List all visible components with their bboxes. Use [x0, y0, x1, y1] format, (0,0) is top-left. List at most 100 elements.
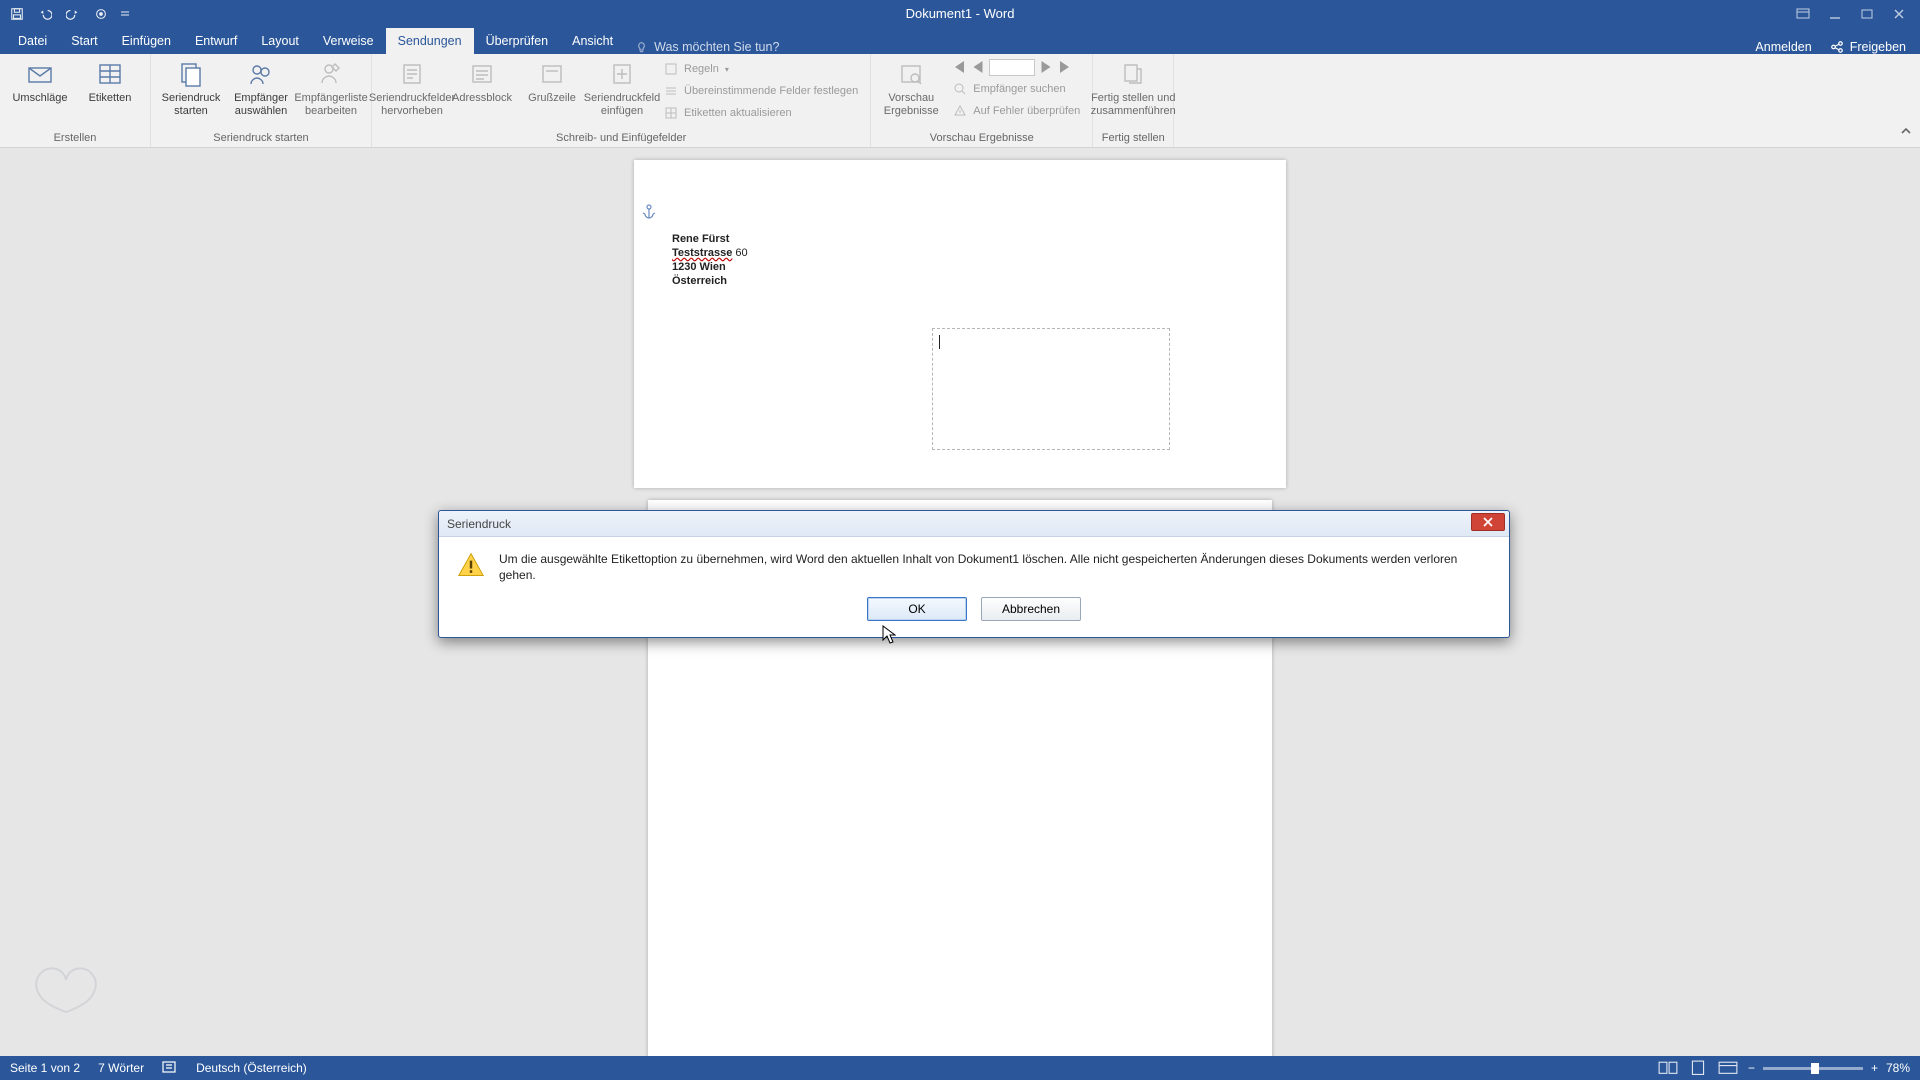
redo-icon[interactable]: [64, 5, 82, 23]
ok-button[interactable]: OK: [867, 597, 967, 621]
dialog-close-button[interactable]: [1471, 513, 1505, 531]
find-recipient-label: Empfänger suchen: [973, 83, 1065, 95]
match-fields-button[interactable]: Übereinstimmende Felder festlegen: [660, 82, 862, 100]
address-block-icon: [468, 60, 496, 88]
ribbon-tabstrip: Datei Start Einfügen Entwurf Layout Verw…: [0, 27, 1920, 54]
document-page-1[interactable]: Rene Fürst Teststrasse 60 1230 Wien Öste…: [634, 160, 1286, 488]
minimize-icon[interactable]: [1828, 7, 1842, 21]
ribbon-group-felder: Seriendruckfelder hervorheben Adressbloc…: [372, 54, 871, 147]
preview-results-button[interactable]: Vorschau Ergebnisse: [879, 58, 943, 118]
close-icon[interactable]: [1892, 7, 1906, 21]
find-recipient-button[interactable]: Empfänger suchen: [949, 80, 1084, 98]
record-number-input[interactable]: [989, 59, 1035, 76]
zoom-level[interactable]: 78%: [1886, 1061, 1910, 1075]
next-record-icon[interactable]: [1037, 58, 1055, 76]
edit-recipient-list-button[interactable]: Empfängerliste bearbeiten: [299, 58, 363, 118]
share-icon: [1830, 40, 1844, 54]
zoom-slider[interactable]: [1763, 1067, 1863, 1070]
status-language[interactable]: Deutsch (Österreich): [196, 1061, 307, 1075]
anchor-icon: [642, 204, 656, 225]
share-button[interactable]: Freigeben: [1830, 40, 1906, 54]
update-labels-button[interactable]: Etiketten aktualisieren: [660, 104, 862, 122]
lightbulb-icon: [635, 41, 648, 54]
update-labels-icon: [664, 106, 678, 120]
tell-me-search[interactable]: Was möchten Sie tun?: [625, 40, 789, 54]
envelopes-button[interactable]: Umschläge: [8, 58, 72, 105]
sign-in-link[interactable]: Anmelden: [1755, 40, 1811, 54]
tab-entwurf[interactable]: Entwurf: [183, 28, 249, 54]
proofing-icon[interactable]: [162, 1060, 178, 1077]
address-city: 1230 Wien: [672, 261, 726, 273]
tab-ueberpruefen[interactable]: Überprüfen: [474, 28, 561, 54]
ribbon-group-seriendruck-starten: Seriendruck starten Empfänger auswählen …: [151, 54, 372, 147]
status-page[interactable]: Seite 1 von 2: [10, 1061, 80, 1075]
read-mode-icon[interactable]: [1658, 1060, 1678, 1076]
status-words[interactable]: 7 Wörter: [98, 1061, 144, 1075]
watermark-logo-icon: [26, 947, 106, 1022]
ribbon: Umschläge Etiketten Erstellen Seriendruc…: [0, 54, 1920, 148]
tab-sendungen[interactable]: Sendungen: [386, 28, 474, 54]
address-name: Rene Fürst: [672, 233, 729, 245]
select-recipients-button[interactable]: Empfänger auswählen: [229, 58, 293, 118]
address-block-button[interactable]: Adressblock: [450, 58, 514, 105]
envelopes-label: Umschläge: [12, 92, 67, 105]
tab-start[interactable]: Start: [59, 28, 109, 54]
start-mailmerge-label: Seriendruck starten: [162, 92, 221, 118]
zoom-in-button[interactable]: +: [1871, 1061, 1878, 1075]
title-bar: Dokument1 - Word: [0, 0, 1920, 27]
mailmerge-icon: [177, 60, 205, 88]
print-layout-icon[interactable]: [1688, 1060, 1708, 1076]
status-bar: Seite 1 von 2 7 Wörter Deutsch (Österrei…: [0, 1056, 1920, 1080]
touch-mode-icon[interactable]: [92, 5, 110, 23]
select-recipients-label: Empfänger auswählen: [234, 92, 288, 118]
warning-icon: [457, 551, 485, 579]
dialog-title: Seriendruck: [447, 517, 511, 531]
highlight-merge-fields-button[interactable]: Seriendruckfelder hervorheben: [380, 58, 444, 118]
ribbon-display-options-icon[interactable]: [1796, 7, 1810, 21]
group-label-fertig: Fertig stellen: [1102, 130, 1165, 147]
tab-verweise[interactable]: Verweise: [311, 28, 386, 54]
check-errors-button[interactable]: Auf Fehler überprüfen: [949, 102, 1084, 120]
finish-merge-button[interactable]: Fertig stellen und zusammenführen: [1101, 58, 1165, 118]
tab-ansicht[interactable]: Ansicht: [560, 28, 625, 54]
collapse-ribbon-icon[interactable]: [1900, 126, 1912, 141]
recipient-address-frame[interactable]: [932, 328, 1170, 450]
greeting-line-button[interactable]: Grußzeile: [520, 58, 584, 105]
dialog-message: Um die ausgewählte Etikettoption zu über…: [499, 551, 1491, 583]
zoom-out-button[interactable]: −: [1748, 1061, 1755, 1075]
cancel-button[interactable]: Abbrechen: [981, 597, 1081, 621]
finish-merge-label: Fertig stellen und zusammenführen: [1091, 92, 1176, 118]
preview-icon: [897, 60, 925, 88]
match-fields-icon: [664, 84, 678, 98]
undo-icon[interactable]: [36, 5, 54, 23]
prev-record-icon[interactable]: [969, 58, 987, 76]
window-title: Dokument1 - Word: [906, 6, 1015, 21]
maximize-icon[interactable]: [1860, 7, 1874, 21]
highlight-merge-fields-label: Seriendruckfelder hervorheben: [369, 92, 455, 118]
address-block-label: Adressblock: [452, 92, 512, 105]
tab-einfuegen[interactable]: Einfügen: [110, 28, 183, 54]
greeting-line-icon: [538, 60, 566, 88]
labels-label: Etiketten: [89, 92, 132, 105]
tab-datei[interactable]: Datei: [6, 28, 59, 54]
tab-layout[interactable]: Layout: [249, 28, 311, 54]
last-record-icon[interactable]: [1057, 58, 1075, 76]
web-layout-icon[interactable]: [1718, 1060, 1738, 1076]
group-label-seriendruck-starten: Seriendruck starten: [213, 130, 308, 147]
start-mailmerge-button[interactable]: Seriendruck starten: [159, 58, 223, 118]
tell-me-placeholder: Was möchten Sie tun?: [654, 40, 779, 54]
labels-button[interactable]: Etiketten: [78, 58, 142, 105]
check-errors-label: Auf Fehler überprüfen: [973, 105, 1080, 117]
group-label-felder: Schreib- und Einfügefelder: [556, 130, 686, 147]
record-navigation: [949, 58, 1084, 76]
qat-customize-icon[interactable]: [120, 5, 130, 23]
rules-button[interactable]: Regeln ▾: [660, 60, 862, 78]
save-icon[interactable]: [8, 5, 26, 23]
close-icon: [1482, 517, 1494, 527]
first-record-icon[interactable]: [949, 58, 967, 76]
zoom-control: − + 78%: [1748, 1061, 1910, 1075]
dialog-titlebar[interactable]: Seriendruck: [439, 511, 1509, 537]
insert-merge-field-button[interactable]: Seriendruckfeld einfügen: [590, 58, 654, 118]
edit-recipient-list-label: Empfängerliste bearbeiten: [294, 92, 367, 118]
ribbon-group-fertig: Fertig stellen und zusammenführen Fertig…: [1093, 54, 1174, 147]
